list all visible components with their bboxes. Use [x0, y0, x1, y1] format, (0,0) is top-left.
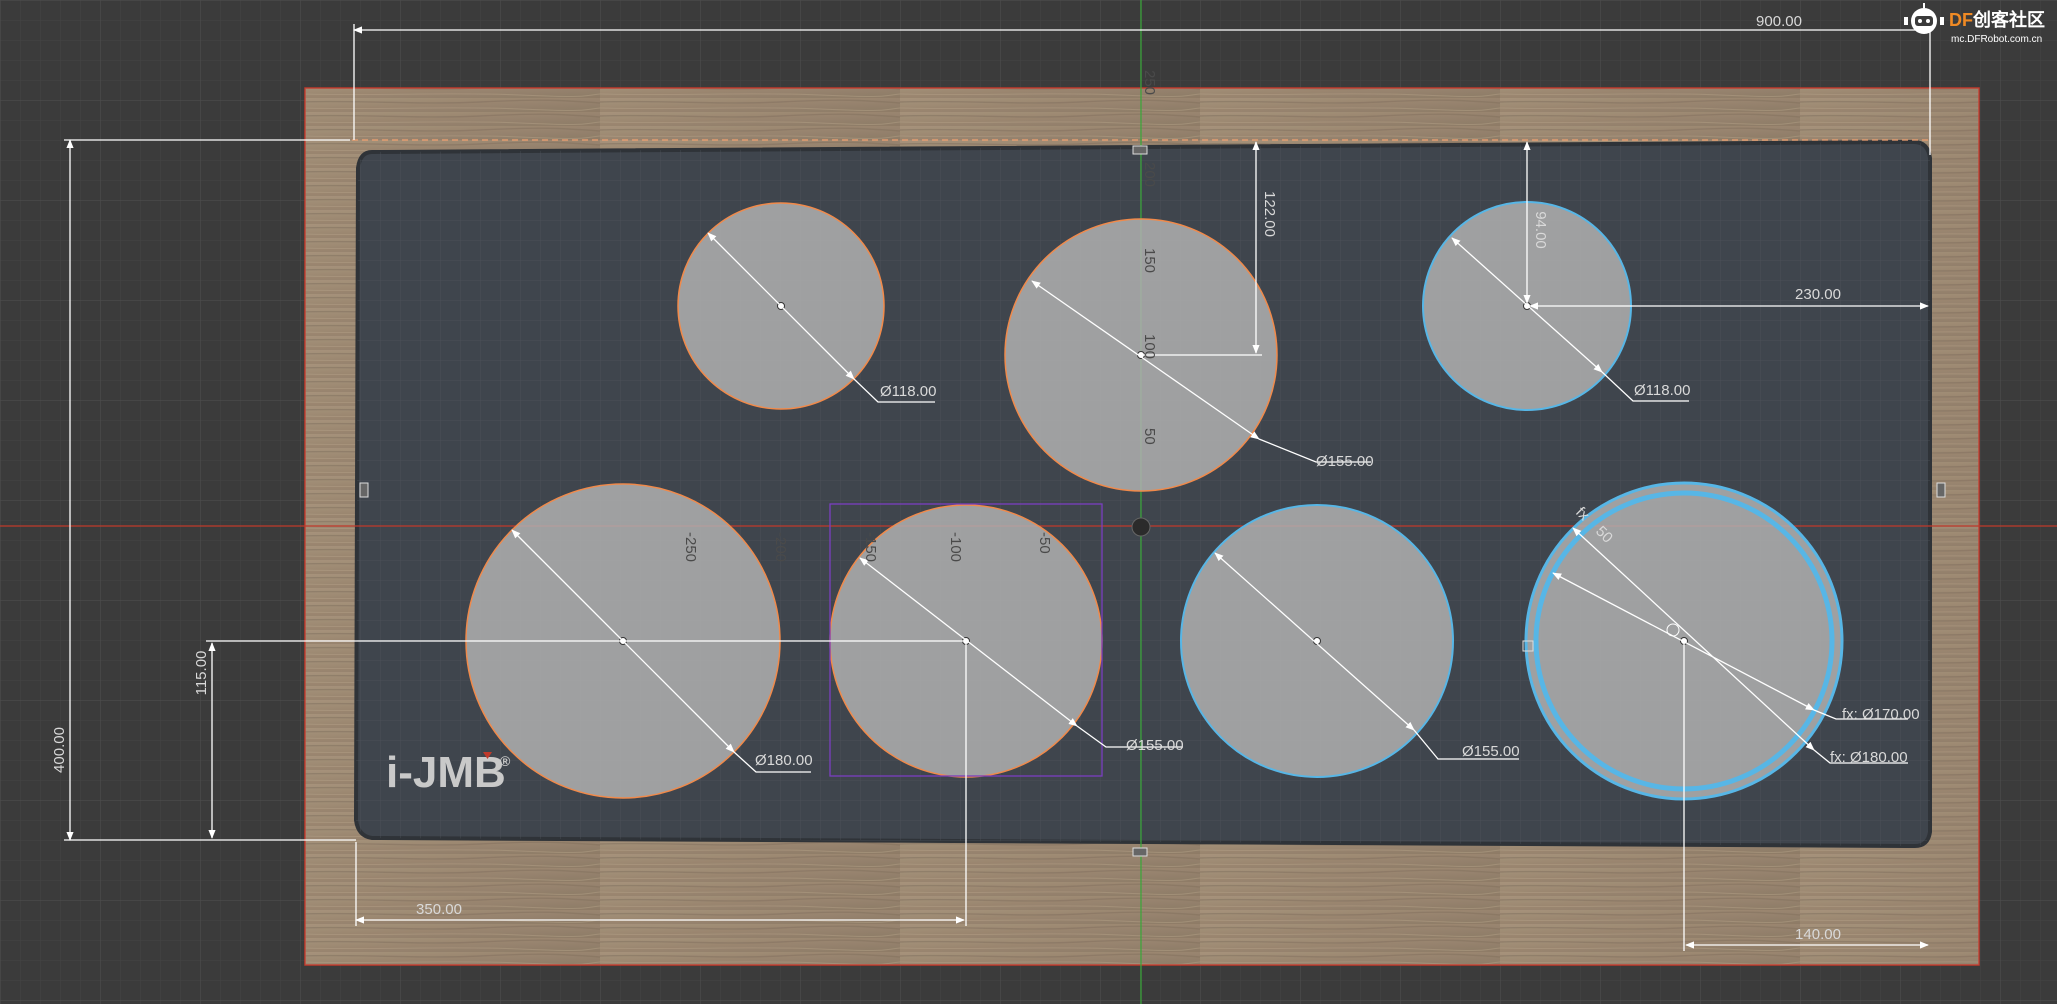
ruler-label-150: 150: [1141, 248, 1158, 273]
dia-top-right[interactable]: Ø118.00: [1634, 382, 1690, 399]
dia-bottom-3[interactable]: Ø155.00: [1462, 743, 1520, 760]
dim-bottom-left-height[interactable]: 115.00: [193, 651, 210, 696]
dim-overall-width[interactable]: 900.00: [1756, 13, 1802, 30]
watermark-suffix: 创客社区: [1972, 9, 2045, 30]
dim-bottom-right[interactable]: 140.00: [1795, 926, 1841, 943]
brand-logo: i-JMB ®: [386, 748, 511, 797]
dim-bottom-width[interactable]: 350.00: [416, 901, 462, 918]
dim-overall-height[interactable]: 400.00: [51, 727, 68, 773]
sketch-canvas[interactable]: 900.00 400.00 122.00 94.00 230.00 115.00…: [0, 0, 2057, 1004]
ruler-label-n100: -100: [947, 532, 964, 562]
ruler-label-200: 200: [1141, 162, 1158, 187]
ruler-label-250: 250: [1141, 70, 1158, 95]
ruler-label-50: 50: [1141, 428, 1158, 445]
origin-point[interactable]: [1131, 517, 1151, 537]
dia-top-center[interactable]: Ø155.00: [1316, 453, 1374, 470]
dim-right-circle-v[interactable]: 94.00: [1532, 211, 1549, 249]
dia-bottom-4-inner[interactable]: fx: Ø170.00: [1842, 706, 1920, 723]
ruler-label-n150: -150: [862, 532, 879, 562]
ruler-label-n250: -250: [682, 532, 699, 562]
ruler-label-n200: -200: [772, 532, 789, 562]
watermark-url: mc.DFRobot.com.cn: [1951, 34, 2042, 45]
dia-bottom-2[interactable]: Ø155.00: [1126, 737, 1184, 754]
watermark-prefix: DF: [1949, 10, 1973, 30]
svg-text:DF创客社区: DF创客社区: [1949, 9, 2045, 30]
svg-text:®: ®: [500, 753, 511, 769]
dim-right-circle-h[interactable]: 230.00: [1795, 286, 1841, 303]
ruler-label-n50: -50: [1036, 532, 1053, 554]
dia-bottom-1[interactable]: Ø180.00: [755, 752, 813, 769]
dim-top-offset[interactable]: 122.00: [1261, 191, 1278, 237]
dia-top-left[interactable]: Ø118.00: [880, 383, 936, 400]
ruler-label-100: 100: [1141, 334, 1158, 359]
dia-bottom-4-outer[interactable]: fx: Ø180.00: [1830, 749, 1908, 766]
